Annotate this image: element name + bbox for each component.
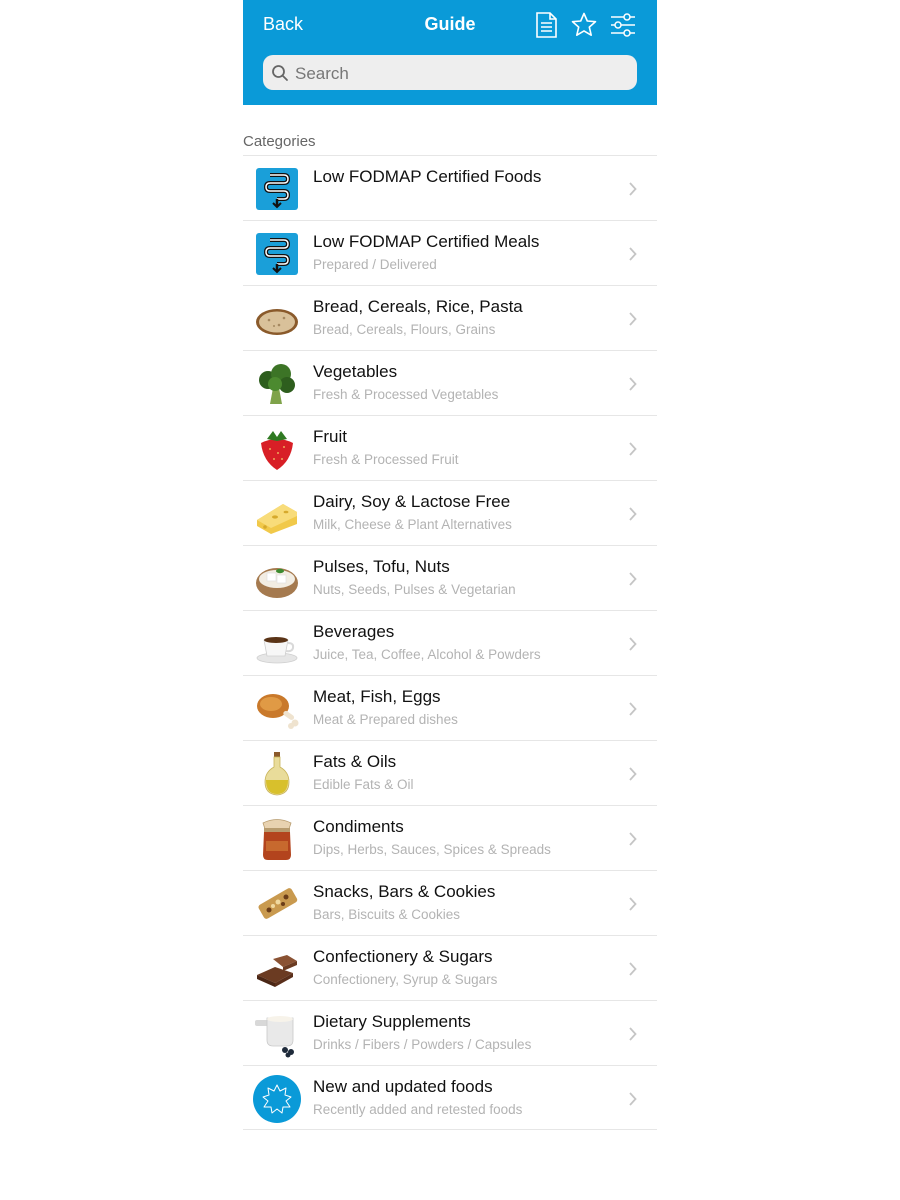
category-title: Meat, Fish, Eggs	[313, 687, 441, 706]
category-row[interactable]: Dairy, Soy & Lactose Free Milk, Cheese &…	[243, 480, 657, 545]
category-subtitle: Bread, Cereals, Flours, Grains	[313, 322, 496, 337]
chicken-leg-icon	[257, 694, 299, 729]
category-subtitle: Juice, Tea, Coffee, Alcohol & Powders	[313, 647, 541, 662]
snack-bar-icon	[258, 888, 298, 919]
category-title: Snacks, Bars & Cookies	[313, 882, 496, 901]
chevron-right-icon	[629, 312, 637, 326]
star-icon[interactable]	[570, 11, 598, 39]
category-subtitle: Fresh & Processed Fruit	[313, 452, 459, 467]
category-row[interactable]: Dietary Supplements Drinks / Fibers / Po…	[243, 1000, 657, 1065]
category-row[interactable]: Condiments Dips, Herbs, Sauces, Spices &…	[243, 805, 657, 870]
category-row[interactable]: Snacks, Bars & Cookies Bars, Biscuits & …	[243, 870, 657, 935]
chevron-right-icon	[629, 1027, 637, 1041]
oil-bottle-icon	[264, 752, 290, 796]
category-title: Pulses, Tofu, Nuts	[313, 557, 450, 576]
category-title: Low FODMAP Certified Meals	[313, 232, 540, 251]
category-subtitle: Meat & Prepared dishes	[313, 712, 458, 727]
chevron-right-icon	[629, 702, 637, 716]
guide-screen: Back Guide Categories	[243, 0, 657, 1200]
certified-logo-icon	[256, 168, 298, 210]
broccoli-icon	[259, 364, 295, 404]
chevron-right-icon	[629, 897, 637, 911]
category-subtitle: Drinks / Fibers / Powders / Capsules	[313, 1037, 532, 1052]
supplement-scoop-icon	[255, 1016, 294, 1058]
category-title: Dietary Supplements	[313, 1012, 471, 1031]
category-subtitle: Nuts, Seeds, Pulses & Vegetarian	[313, 582, 516, 597]
chevron-right-icon	[629, 182, 637, 196]
category-subtitle: Confectionery, Syrup & Sugars	[313, 972, 498, 987]
category-title: Low FODMAP Certified Foods	[313, 167, 542, 186]
section-title: Categories	[243, 133, 316, 150]
strawberry-icon	[261, 431, 293, 470]
category-row[interactable]: Beverages Juice, Tea, Coffee, Alcohol & …	[243, 610, 657, 675]
search-icon	[272, 65, 288, 81]
category-list: Low FODMAP Certified Foods Low FODMAP Ce…	[243, 155, 657, 1130]
category-row[interactable]: Fats & Oils Edible Fats & Oil	[243, 740, 657, 805]
nav-header: Back Guide	[243, 0, 657, 105]
category-row[interactable]: Confectionery & Sugars Confectionery, Sy…	[243, 935, 657, 1000]
chevron-right-icon	[629, 832, 637, 846]
chevron-right-icon	[629, 962, 637, 976]
category-title: Bread, Cereals, Rice, Pasta	[313, 297, 523, 316]
chevron-right-icon	[629, 637, 637, 651]
category-title: Dairy, Soy & Lactose Free	[313, 492, 511, 511]
category-title: Fruit	[313, 427, 347, 446]
sliders-icon[interactable]	[609, 11, 637, 39]
search-bar[interactable]	[263, 55, 637, 92]
chevron-right-icon	[629, 247, 637, 261]
chevron-right-icon	[629, 572, 637, 586]
chevron-right-icon	[629, 767, 637, 781]
category-subtitle: Dips, Herbs, Sauces, Spices & Spreads	[313, 842, 551, 857]
category-subtitle: Fresh & Processed Vegetables	[313, 387, 499, 402]
certified-logo-icon	[256, 233, 298, 275]
back-button[interactable]: Back	[263, 14, 303, 35]
chevron-right-icon	[629, 1092, 637, 1106]
category-title: Condiments	[313, 817, 404, 836]
chevron-right-icon	[629, 377, 637, 391]
document-icon[interactable]	[532, 11, 560, 39]
category-subtitle: Milk, Cheese & Plant Alternatives	[313, 517, 512, 532]
jam-jar-icon	[262, 819, 292, 860]
category-title: New and updated foods	[313, 1077, 493, 1096]
category-row[interactable]: Bread, Cereals, Rice, Pasta Bread, Cerea…	[243, 285, 657, 350]
category-row[interactable]: Pulses, Tofu, Nuts Nuts, Seeds, Pulses &…	[243, 545, 657, 610]
chevron-right-icon	[629, 442, 637, 456]
cheese-icon	[257, 504, 297, 534]
category-title: Vegetables	[313, 362, 398, 381]
category-row[interactable]: Meat, Fish, Eggs Meat & Prepared dishes	[243, 675, 657, 740]
category-subtitle: Bars, Biscuits & Cookies	[313, 907, 461, 922]
category-subtitle: Edible Fats & Oil	[313, 777, 414, 792]
category-row[interactable]: Fruit Fresh & Processed Fruit	[243, 415, 657, 480]
category-title: Beverages	[313, 622, 395, 641]
category-row[interactable]: Low FODMAP Certified Foods	[243, 155, 657, 220]
category-subtitle: Recently added and retested foods	[313, 1102, 523, 1117]
category-title: Confectionery & Sugars	[313, 947, 493, 966]
search-input[interactable]	[293, 55, 627, 92]
new-badge-icon	[253, 1075, 301, 1123]
tofu-bowl-icon	[256, 568, 298, 598]
category-row[interactable]: Vegetables Fresh & Processed Vegetables	[243, 350, 657, 415]
category-subtitle: Prepared / Delivered	[313, 257, 437, 272]
bread-icon	[256, 309, 298, 335]
chevron-right-icon	[629, 507, 637, 521]
coffee-cup-icon	[256, 637, 298, 664]
category-row[interactable]: New and updated foods Recently added and…	[243, 1065, 657, 1130]
category-row[interactable]: Low FODMAP Certified Meals Prepared / De…	[243, 220, 657, 285]
chocolate-icon	[257, 955, 297, 987]
category-title: Fats & Oils	[313, 752, 397, 771]
